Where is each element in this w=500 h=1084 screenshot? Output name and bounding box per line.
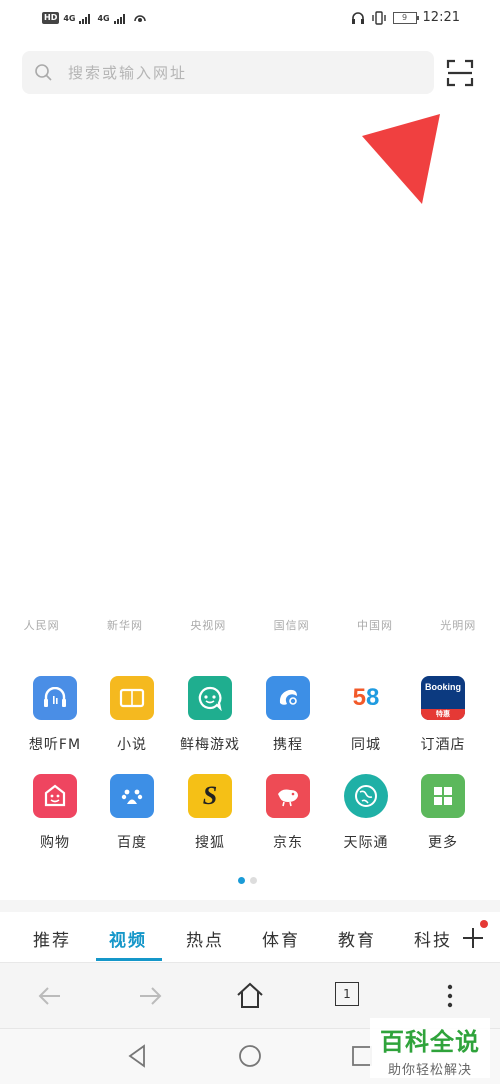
app-label: 百度 (117, 835, 147, 851)
app-shortcut-more[interactable]: 更多 (403, 774, 483, 852)
news-link[interactable]: 人民网 (24, 617, 60, 637)
watermark-subtitle: 助你轻松解决 (387, 1063, 472, 1078)
signal-label-1: 4G (63, 13, 76, 23)
app-label: 搜狐 (195, 835, 225, 851)
booking-logo-text: Booking (425, 682, 461, 692)
page-indicator (238, 877, 257, 884)
tab-count: 1 (335, 982, 359, 1006)
app-shortcut-shopping[interactable]: 购物 (15, 774, 95, 852)
status-bar: HD 4G 4G 9 12:21 (0, 0, 500, 38)
watermark-title: 百科全说 (380, 1028, 480, 1056)
search-bar[interactable] (22, 51, 434, 94)
tab-video[interactable]: 视频 (109, 926, 147, 951)
app-shortcut-novel[interactable]: 小说 (92, 676, 172, 754)
sohu-logo-text: S (202, 781, 218, 810)
annotation-arrow (362, 114, 440, 204)
game-face-icon (188, 676, 232, 720)
section-divider (0, 900, 500, 912)
page-dot (250, 877, 257, 884)
app-label: 鲜梅游戏 (180, 737, 240, 753)
app-label: 携程 (273, 737, 303, 753)
jd-dog-icon (266, 774, 310, 818)
headphones-icon (33, 676, 77, 720)
app-shortcut-game[interactable]: 鲜梅游戏 (170, 676, 250, 754)
tab-tech[interactable]: 科技 (414, 926, 452, 951)
headphone-icon (351, 11, 364, 24)
nav-back-icon[interactable] (125, 1043, 151, 1069)
add-channel-button[interactable] (456, 912, 500, 962)
app-label: 同城 (351, 737, 381, 753)
news-link[interactable]: 光明网 (440, 617, 476, 637)
home-icon[interactable] (234, 980, 266, 1012)
tab-sports[interactable]: 体育 (262, 926, 300, 951)
back-arrow-icon[interactable] (34, 980, 66, 1012)
clock: 12:21 (422, 10, 460, 25)
search-icon (35, 64, 52, 81)
plus-icon-stroke (472, 928, 474, 948)
page-dot-active (238, 877, 245, 884)
signal-label-2: 4G (97, 13, 110, 23)
category-tab-bar: 推荐 视频 热点 体育 教育 科技 (0, 912, 500, 962)
scan-icon[interactable] (445, 58, 475, 88)
app-label: 购物 (40, 835, 70, 851)
forward-arrow-icon[interactable] (134, 980, 166, 1012)
grid-icon (421, 774, 465, 818)
hd-badge: HD (42, 12, 60, 24)
app-shortcut-58[interactable]: 58 同城 (326, 676, 406, 754)
tab-recommend[interactable]: 推荐 (33, 926, 71, 951)
tab-education[interactable]: 教育 (338, 926, 376, 951)
signal-icon (79, 14, 91, 24)
app-shortcut-booking[interactable]: Booking 特惠 订酒店 (403, 676, 483, 754)
signal-icon (113, 14, 125, 24)
app-shortcut-baidu[interactable]: 百度 (92, 774, 172, 852)
app-label: 更多 (428, 835, 458, 851)
vibrate-icon (371, 10, 386, 25)
app-label: 小说 (117, 737, 147, 753)
menu-dots-icon[interactable] (434, 980, 466, 1012)
app-label: 想听FM (28, 737, 82, 753)
news-link[interactable]: 新华网 (107, 617, 143, 637)
active-tab-indicator (96, 958, 162, 961)
tab-hot[interactable]: 热点 (186, 926, 224, 951)
app-shortcut-ctrip[interactable]: 携程 (248, 676, 328, 754)
news-link[interactable]: 央视网 (190, 617, 226, 637)
battery-icon: 9 (392, 11, 419, 24)
app-label: 京东 (273, 835, 303, 851)
globe-icon (344, 774, 388, 818)
dolphin-icon (266, 676, 310, 720)
notification-dot (480, 920, 488, 928)
app-label: 天际通 (343, 835, 389, 851)
smile-bag-icon (33, 774, 77, 818)
app-shortcut-fm[interactable]: 想听FM (15, 676, 95, 754)
app-shortcut-tianjitong[interactable]: 天际通 (326, 774, 406, 852)
hotspot-icon (133, 15, 146, 22)
app-shortcut-jd[interactable]: 京东 (248, 774, 328, 852)
app-shortcut-sohu[interactable]: S 搜狐 (170, 774, 250, 852)
news-link[interactable]: 国信网 (274, 617, 310, 637)
sohu-logo: S (188, 774, 232, 818)
book-icon (110, 676, 154, 720)
news-link[interactable]: 中国网 (357, 617, 393, 637)
paw-icon (110, 774, 154, 818)
nav-home-icon[interactable] (237, 1043, 263, 1069)
58-logo: 58 (344, 676, 388, 720)
app-label: 订酒店 (420, 737, 466, 753)
booking-badge: 特惠 (421, 709, 465, 720)
watermark: 百科全说 助你轻松解决 (370, 1018, 490, 1078)
booking-logo: Booking 特惠 (421, 676, 465, 720)
search-input[interactable] (66, 59, 420, 87)
news-links-row: 人民网 新华网 央视网 国信网 中国网 光明网 (0, 617, 500, 637)
tabs-switcher-button[interactable]: 1 (335, 982, 361, 1008)
